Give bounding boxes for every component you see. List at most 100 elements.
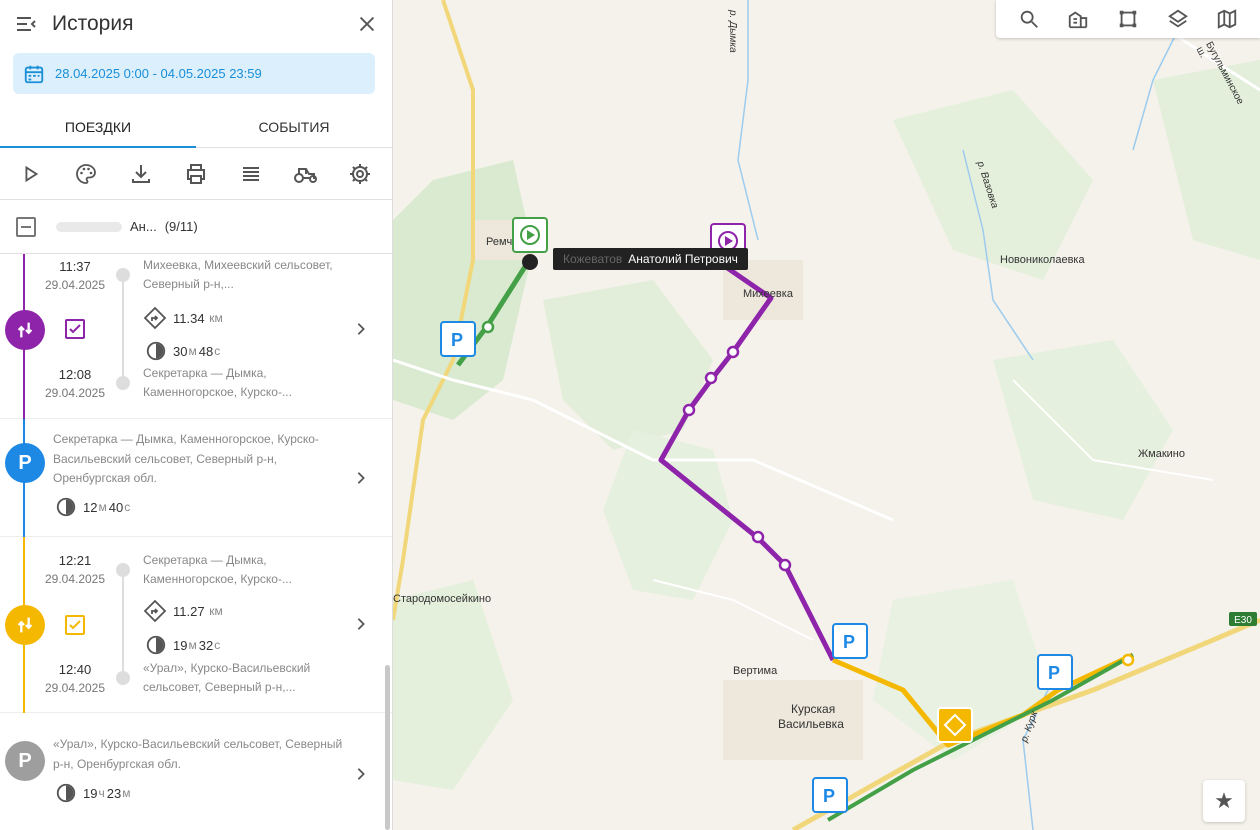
- start-dot: [116, 268, 130, 282]
- clock-icon: [146, 341, 166, 361]
- tooltip-hidden-name: Кожеватов: [563, 252, 623, 266]
- download-button[interactable]: [128, 161, 154, 187]
- map-view[interactable]: P P P P E30 р. Дымка Бугульминское ш. р.…: [393, 0, 1260, 830]
- favorites-button[interactable]: ★: [1203, 780, 1245, 822]
- chevron-right-icon[interactable]: [354, 617, 368, 631]
- app-window: История 28.04.2025 0:00 - 04.05.2025 23:…: [0, 0, 1260, 830]
- tab-bar: ПОЕЗДКИ СОБЫТИЯ: [0, 106, 392, 148]
- map-geofence-button[interactable]: [1116, 7, 1140, 31]
- duration-value: 48: [198, 343, 214, 359]
- clock-icon: [56, 783, 76, 803]
- search-icon: [1020, 10, 1038, 28]
- history-sidebar: История 28.04.2025 0:00 - 04.05.2025 23:…: [0, 0, 393, 830]
- duration-value: 40: [108, 499, 124, 515]
- print-button[interactable]: [183, 161, 209, 187]
- tab-trips[interactable]: ПОЕЗДКИ: [0, 106, 196, 148]
- group-checkbox[interactable]: [16, 216, 36, 237]
- collapse-menu-icon[interactable]: [14, 12, 38, 36]
- end-time: 12:08: [58, 367, 92, 382]
- distance-value: 11.34: [173, 310, 205, 326]
- start-date: 29.04.2025: [44, 572, 106, 586]
- duration-stat: 30 м 48 с: [145, 340, 222, 362]
- chevron-right-icon[interactable]: [354, 471, 368, 485]
- place-label: Новониколаевка: [1000, 254, 1085, 266]
- close-icon[interactable]: [356, 13, 378, 35]
- list-item[interactable]: P Секретарка — Дымка, Каменногорское, Ку…: [0, 419, 392, 537]
- start-time: 11:37: [59, 259, 91, 274]
- road-shield-label: E30: [1234, 615, 1252, 626]
- duration-unit: с: [214, 344, 221, 358]
- parking-address: «Урал», Курско-Васильевский сельсовет, С…: [53, 737, 343, 771]
- group-row[interactable]: Ан... (9/11): [0, 200, 392, 254]
- print-icon: [186, 163, 205, 184]
- settings-button[interactable]: [347, 161, 373, 187]
- end-time: 12:40: [58, 662, 92, 677]
- polygon-icon: [1119, 10, 1137, 28]
- clock-icon: [146, 635, 166, 655]
- duration-stat: 19 ч 23 м: [55, 782, 132, 804]
- route-icon: [17, 617, 33, 633]
- check-icon: [69, 324, 81, 334]
- trip-checkbox[interactable]: [65, 615, 85, 635]
- duration-stat: 12 м 40 с: [55, 496, 132, 518]
- river-label: р. Дымка: [727, 10, 738, 53]
- distance-value: 11.27: [173, 603, 205, 619]
- vehicle-button[interactable]: [293, 161, 319, 187]
- place-label: Вертима: [733, 665, 778, 677]
- check-icon: [69, 620, 81, 630]
- end-date: 29.04.2025: [44, 386, 106, 400]
- svg-text:P: P: [1048, 663, 1060, 683]
- vehicle-tooltip: Кожеватов Анатолий Петрович: [553, 248, 748, 270]
- list-item[interactable]: P «Урал», Курско-Васильевский сельсовет,…: [0, 713, 392, 830]
- date-range-picker[interactable]: 28.04.2025 0:00 - 04.05.2025 23:59: [13, 53, 375, 94]
- scrollbar[interactable]: [385, 665, 390, 830]
- sidebar-header: История: [0, 0, 392, 48]
- map-buildings-button[interactable]: [1066, 7, 1090, 31]
- group-count: (9/11): [164, 219, 198, 234]
- list-item[interactable]: 11:37 29.04.2025 12:08 29.04.2025 Михеев…: [0, 254, 392, 419]
- download-icon: [132, 164, 151, 183]
- parking-badge: P: [5, 741, 45, 781]
- duration-unit: м: [122, 786, 131, 800]
- chevron-right-icon[interactable]: [354, 322, 368, 336]
- page-title: История: [52, 12, 134, 35]
- end-address: Секретарка — Дымка, Каменногорское, Курс…: [143, 366, 292, 399]
- chevron-right-icon[interactable]: [354, 767, 368, 781]
- list-icon: [242, 166, 259, 181]
- duration-value: 12: [83, 499, 98, 515]
- distance-stat: 11.34 км: [143, 306, 225, 330]
- duration-unit: м: [188, 344, 197, 358]
- start-address: Секретарка — Дымка, Каменногорское, Курс…: [143, 553, 292, 586]
- place-label: Стародомосейкино: [393, 593, 492, 605]
- palette-button[interactable]: [73, 161, 99, 187]
- distance-icon: [143, 599, 167, 623]
- place-label: Жмакино: [1138, 448, 1185, 460]
- group-name: Ан...: [130, 219, 157, 234]
- list-button[interactable]: [238, 161, 264, 187]
- end-dot: [116, 376, 130, 390]
- trip-checkbox[interactable]: [65, 319, 85, 339]
- parking-letter: P: [18, 451, 32, 474]
- parking-badge: P: [5, 443, 45, 483]
- place-label: Ремч: [486, 236, 513, 248]
- calendar-icon: [24, 65, 44, 83]
- play-button[interactable]: [18, 161, 44, 187]
- redacted-text: [56, 221, 122, 232]
- history-list: 11:37 29.04.2025 12:08 29.04.2025 Михеев…: [0, 254, 392, 830]
- end-address: «Урал», Курско-Васильевский сельсовет, С…: [143, 661, 311, 694]
- date-range-text: 28.04.2025 0:00 - 04.05.2025 23:59: [55, 66, 262, 81]
- tractor-icon: [293, 167, 317, 183]
- tab-events[interactable]: СОБЫТИЯ: [196, 106, 392, 147]
- list-item[interactable]: 12:21 29.04.2025 12:40 29.04.2025 Секрет…: [0, 537, 392, 713]
- duration-unit: м: [188, 638, 197, 652]
- distance-stat: 11.27 км: [143, 599, 225, 623]
- distance-icon: [143, 306, 167, 330]
- duration-value: 23: [106, 785, 122, 801]
- trip-badge: [5, 605, 45, 645]
- palette-icon: [76, 163, 97, 184]
- map-layers-button[interactable]: [1166, 7, 1190, 31]
- trip-badge: [5, 310, 45, 350]
- map-type-button[interactable]: [1215, 7, 1239, 31]
- svg-text:P: P: [451, 330, 463, 350]
- map-search-button[interactable]: [1017, 7, 1041, 31]
